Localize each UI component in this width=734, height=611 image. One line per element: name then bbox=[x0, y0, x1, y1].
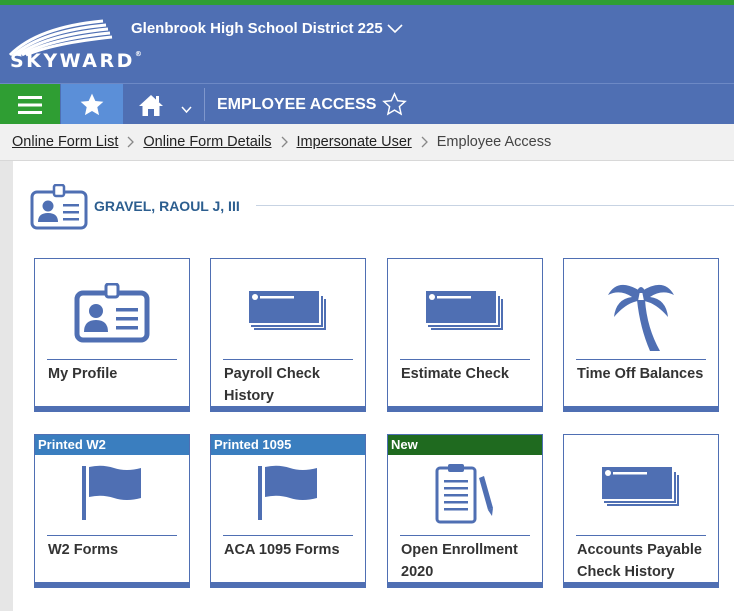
tile-label: Payroll Check History bbox=[224, 366, 320, 404]
favorites-button[interactable] bbox=[61, 84, 123, 125]
palm-tree-icon bbox=[608, 284, 674, 351]
tile-aca-1095-forms[interactable]: Printed 1095 ACA 1095 Forms bbox=[210, 434, 366, 588]
tile-divider bbox=[223, 359, 353, 360]
tile-label: Open Enrollment 2020 bbox=[401, 542, 518, 580]
check-icon bbox=[249, 291, 326, 330]
tile-divider bbox=[223, 535, 353, 536]
clipboard-icon bbox=[435, 464, 493, 524]
chevron-right-icon bbox=[421, 136, 428, 148]
breadcrumb-current: Employee Access bbox=[436, 134, 552, 150]
app-header: SKYWARD® Glenbrook High School District … bbox=[0, 5, 734, 83]
skyward-logo-text: SKYWARD® bbox=[10, 50, 142, 72]
left-rail bbox=[0, 161, 13, 611]
star-icon bbox=[80, 93, 104, 115]
page-title-bar: EMPLOYEE ACCESS bbox=[217, 84, 408, 125]
tile-banner: Printed 1095 bbox=[211, 435, 365, 455]
user-header: GRAVEL, RAOUL J, III bbox=[30, 184, 734, 230]
id-badge-icon bbox=[74, 283, 150, 343]
tile-banner: Printed W2 bbox=[35, 435, 189, 455]
tile-estimate-check[interactable]: Estimate Check bbox=[387, 258, 543, 412]
menu-button[interactable] bbox=[0, 84, 60, 125]
tile-time-off-balances[interactable]: Time Off Balances bbox=[563, 258, 719, 412]
chevron-down-icon bbox=[387, 23, 403, 33]
tile-divider bbox=[400, 359, 530, 360]
tile-my-profile[interactable]: My Profile bbox=[34, 258, 190, 412]
check-icon bbox=[426, 291, 503, 330]
tile-label: Accounts Payable Check History bbox=[577, 542, 702, 580]
tile-label: W2 Forms bbox=[48, 542, 119, 558]
id-badge-icon bbox=[30, 184, 88, 230]
breadcrumb-link-online-form-details[interactable]: Online Form Details bbox=[143, 134, 271, 150]
tile-label: ACA 1095 Forms bbox=[224, 542, 340, 558]
tile-open-enrollment[interactable]: New Open Enrollment 2020 bbox=[387, 434, 543, 588]
flag-icon bbox=[82, 465, 141, 520]
tile-divider bbox=[47, 535, 177, 536]
chevron-right-icon bbox=[281, 136, 288, 148]
breadcrumb-link-online-form-list[interactable]: Online Form List bbox=[12, 134, 118, 150]
tile-label: My Profile bbox=[48, 366, 118, 382]
header-divider bbox=[256, 205, 734, 206]
tile-w2-forms[interactable]: Printed W2 W2 Forms bbox=[34, 434, 190, 588]
tile-divider bbox=[576, 359, 706, 360]
tile-label: Time Off Balances bbox=[577, 366, 704, 382]
breadcrumb: Online Form List Online Form Details Imp… bbox=[0, 124, 734, 161]
tile-label: Estimate Check bbox=[401, 366, 509, 382]
tile-banner: New bbox=[388, 435, 542, 455]
employee-name: GRAVEL, RAOUL J, III bbox=[94, 198, 240, 214]
page-title: EMPLOYEE ACCESS bbox=[217, 95, 377, 113]
breadcrumb-link-impersonate-user[interactable]: Impersonate User bbox=[297, 134, 412, 150]
district-selector[interactable]: Glenbrook High School District 225 bbox=[131, 20, 403, 37]
check-icon bbox=[602, 467, 679, 506]
home-button[interactable] bbox=[124, 84, 204, 125]
star-outline-icon[interactable] bbox=[382, 92, 408, 117]
hamburger-icon bbox=[18, 95, 42, 114]
main-navbar: EMPLOYEE ACCESS bbox=[0, 83, 734, 125]
tile-payroll-check-history[interactable]: Payroll Check History bbox=[210, 258, 366, 412]
flag-icon bbox=[258, 465, 317, 520]
tile-divider bbox=[576, 535, 706, 536]
tile-divider bbox=[47, 359, 177, 360]
chevron-right-icon bbox=[127, 136, 135, 148]
tile-accounts-payable-check-history[interactable]: Accounts Payable Check History bbox=[563, 434, 719, 588]
chevron-down-icon[interactable] bbox=[181, 106, 192, 114]
tile-divider bbox=[400, 535, 530, 536]
home-icon bbox=[139, 94, 163, 116]
nav-divider bbox=[204, 88, 205, 121]
district-name: Glenbrook High School District 225 bbox=[131, 20, 383, 37]
